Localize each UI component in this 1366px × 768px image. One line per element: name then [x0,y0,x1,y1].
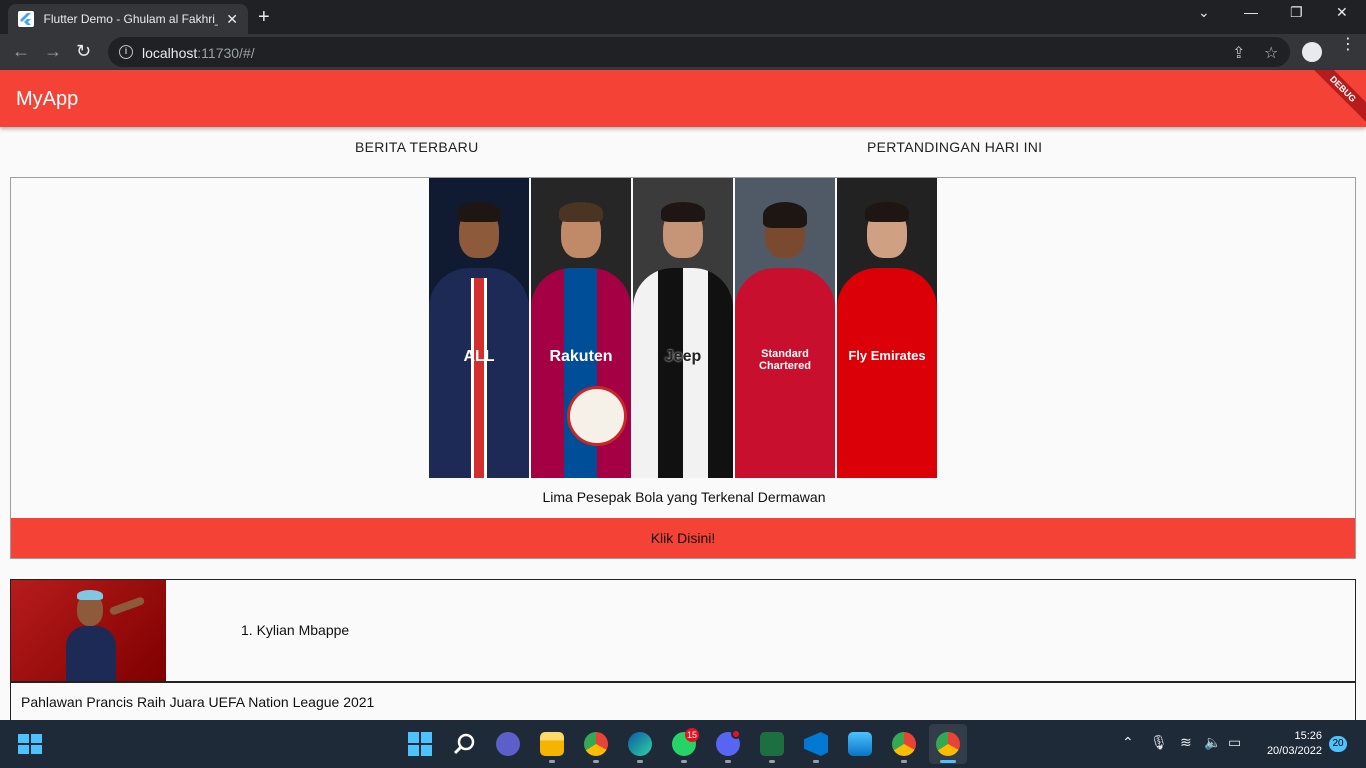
battery-icon[interactable]: ▭ [1228,734,1241,751]
start-icon[interactable] [18,734,42,754]
whatsapp-badge: 15 [685,728,700,742]
player-image: Fly Emirates [837,178,937,478]
player-hair [559,202,603,222]
chrome-icon[interactable] [936,732,960,756]
search-icon[interactable] [452,732,476,756]
bookmark-star-icon[interactable]: ☆ [1264,43,1278,63]
featured-card: ALL Rakuten Jeep Standard Chartered Fly … [10,177,1356,559]
news-thumbnail [11,580,166,681]
player-sponsor: Jeep [664,348,702,365]
tab-berita-terbaru[interactable]: BERITA TERBARU [355,139,479,155]
url-text: localhost:11730/#/ [142,45,255,61]
featured-image: ALL Rakuten Jeep Standard Chartered Fly … [429,178,937,478]
chrome-icon[interactable] [892,732,916,756]
player-shirt [837,268,937,478]
clock-time: 15:26 [1294,730,1322,742]
player-image: ALL [429,178,529,478]
news-list-item[interactable]: Pahlawan Prancis Raih Juara UEFA Nation … [10,682,1356,722]
tab-pertandingan-hari-ini[interactable]: PERTANDINGAN HARI INI [867,139,1042,155]
player-hair [763,202,807,228]
vscode-icon[interactable] [804,732,828,756]
football [567,386,627,446]
debug-banner: DEBUG [1306,70,1366,126]
chevron-up-icon[interactable]: ⌃ [1122,734,1134,751]
player-shirt [633,268,733,478]
player-sponsor: Fly Emirates [848,348,926,363]
browser-titlebar: Flutter Demo - Ghulam al Fakhri_ ✕ + ⌄ —… [0,0,1366,34]
new-tab-icon[interactable]: + [258,6,270,28]
player-sponsor: Rakuten [549,348,613,365]
news-title: 1. Kylian Mbappe [241,622,350,638]
menu-kebab-icon[interactable]: ⋮ [1340,37,1356,53]
chrome-icon[interactable] [584,732,608,756]
tab-title: Flutter Demo - Ghulam al Fakhri_ [43,12,219,26]
close-tab-icon[interactable]: ✕ [226,11,238,28]
news-list-item[interactable]: 1. Kylian Mbappe [10,579,1356,682]
browser-tab[interactable]: Flutter Demo - Ghulam al Fakhri_ ✕ [8,4,248,34]
volume-icon[interactable]: 🔈 [1204,734,1221,751]
app-bar: MyApp DEBUG [0,70,1366,127]
share-icon[interactable]: ⇪ [1232,43,1245,63]
info-icon[interactable]: i [119,45,133,59]
news-title: Pahlawan Prancis Raih Juara UEFA Nation … [21,694,375,710]
klik-disini-button[interactable]: Klik Disini! [11,518,1355,558]
player-hair [661,202,705,222]
tab-search-icon[interactable]: ⌄ [1198,4,1210,21]
discord-badge [731,729,741,739]
teams-chat-icon[interactable] [496,732,520,756]
microphone-icon[interactable]: 🎙 [1150,734,1168,751]
clock-date: 20/03/2022 [1266,745,1322,757]
edge-icon[interactable] [628,732,652,756]
flutter-icon [18,11,34,27]
reload-icon[interactable]: ↻ [76,42,91,60]
clock[interactable]: 15:26 20/03/2022 [1260,729,1322,759]
minimize-icon[interactable]: — [1244,4,1258,20]
player-image: Rakuten [531,178,631,478]
app-title: MyApp [16,88,79,110]
address-bar[interactable]: i localhost:11730/#/ ⇪ ☆ [108,37,1290,67]
notification-badge[interactable]: 20 [1329,736,1347,752]
file-explorer-icon[interactable] [540,732,564,756]
player-image: Jeep [633,178,733,478]
taskbar: 15 ⌃ 🎙 ≋ 🔈 ▭ 15:26 20/03/2022 20 [0,720,1366,768]
featured-caption: Lima Pesepak Bola yang Terkenal Dermawan [542,489,826,505]
player-image: Standard Chartered [735,178,835,478]
tab-bar: BERITA TERBARU PERTANDINGAN HARI INI [0,127,1366,171]
player-sponsor: ALL [463,348,495,365]
player-shirt [531,268,631,478]
player-sponsor: Standard Chartered [759,348,811,372]
wifi-icon[interactable]: ≋ [1180,734,1192,751]
back-icon[interactable]: ← [12,42,30,60]
forward-icon[interactable]: → [44,42,62,60]
windows-start-icon[interactable] [408,732,432,756]
restore-icon[interactable]: ❐ [1290,4,1303,21]
close-window-icon[interactable]: ✕ [1336,4,1348,21]
excel-icon[interactable] [760,732,784,756]
photos-icon[interactable] [848,732,872,756]
player-hair [865,202,909,222]
profile-avatar-icon[interactable] [1302,42,1322,62]
player-hair [457,202,501,222]
browser-toolbar: ← → ↻ i localhost:11730/#/ ⇪ ☆ ⋮ [0,34,1366,70]
player-shirt [735,268,835,478]
